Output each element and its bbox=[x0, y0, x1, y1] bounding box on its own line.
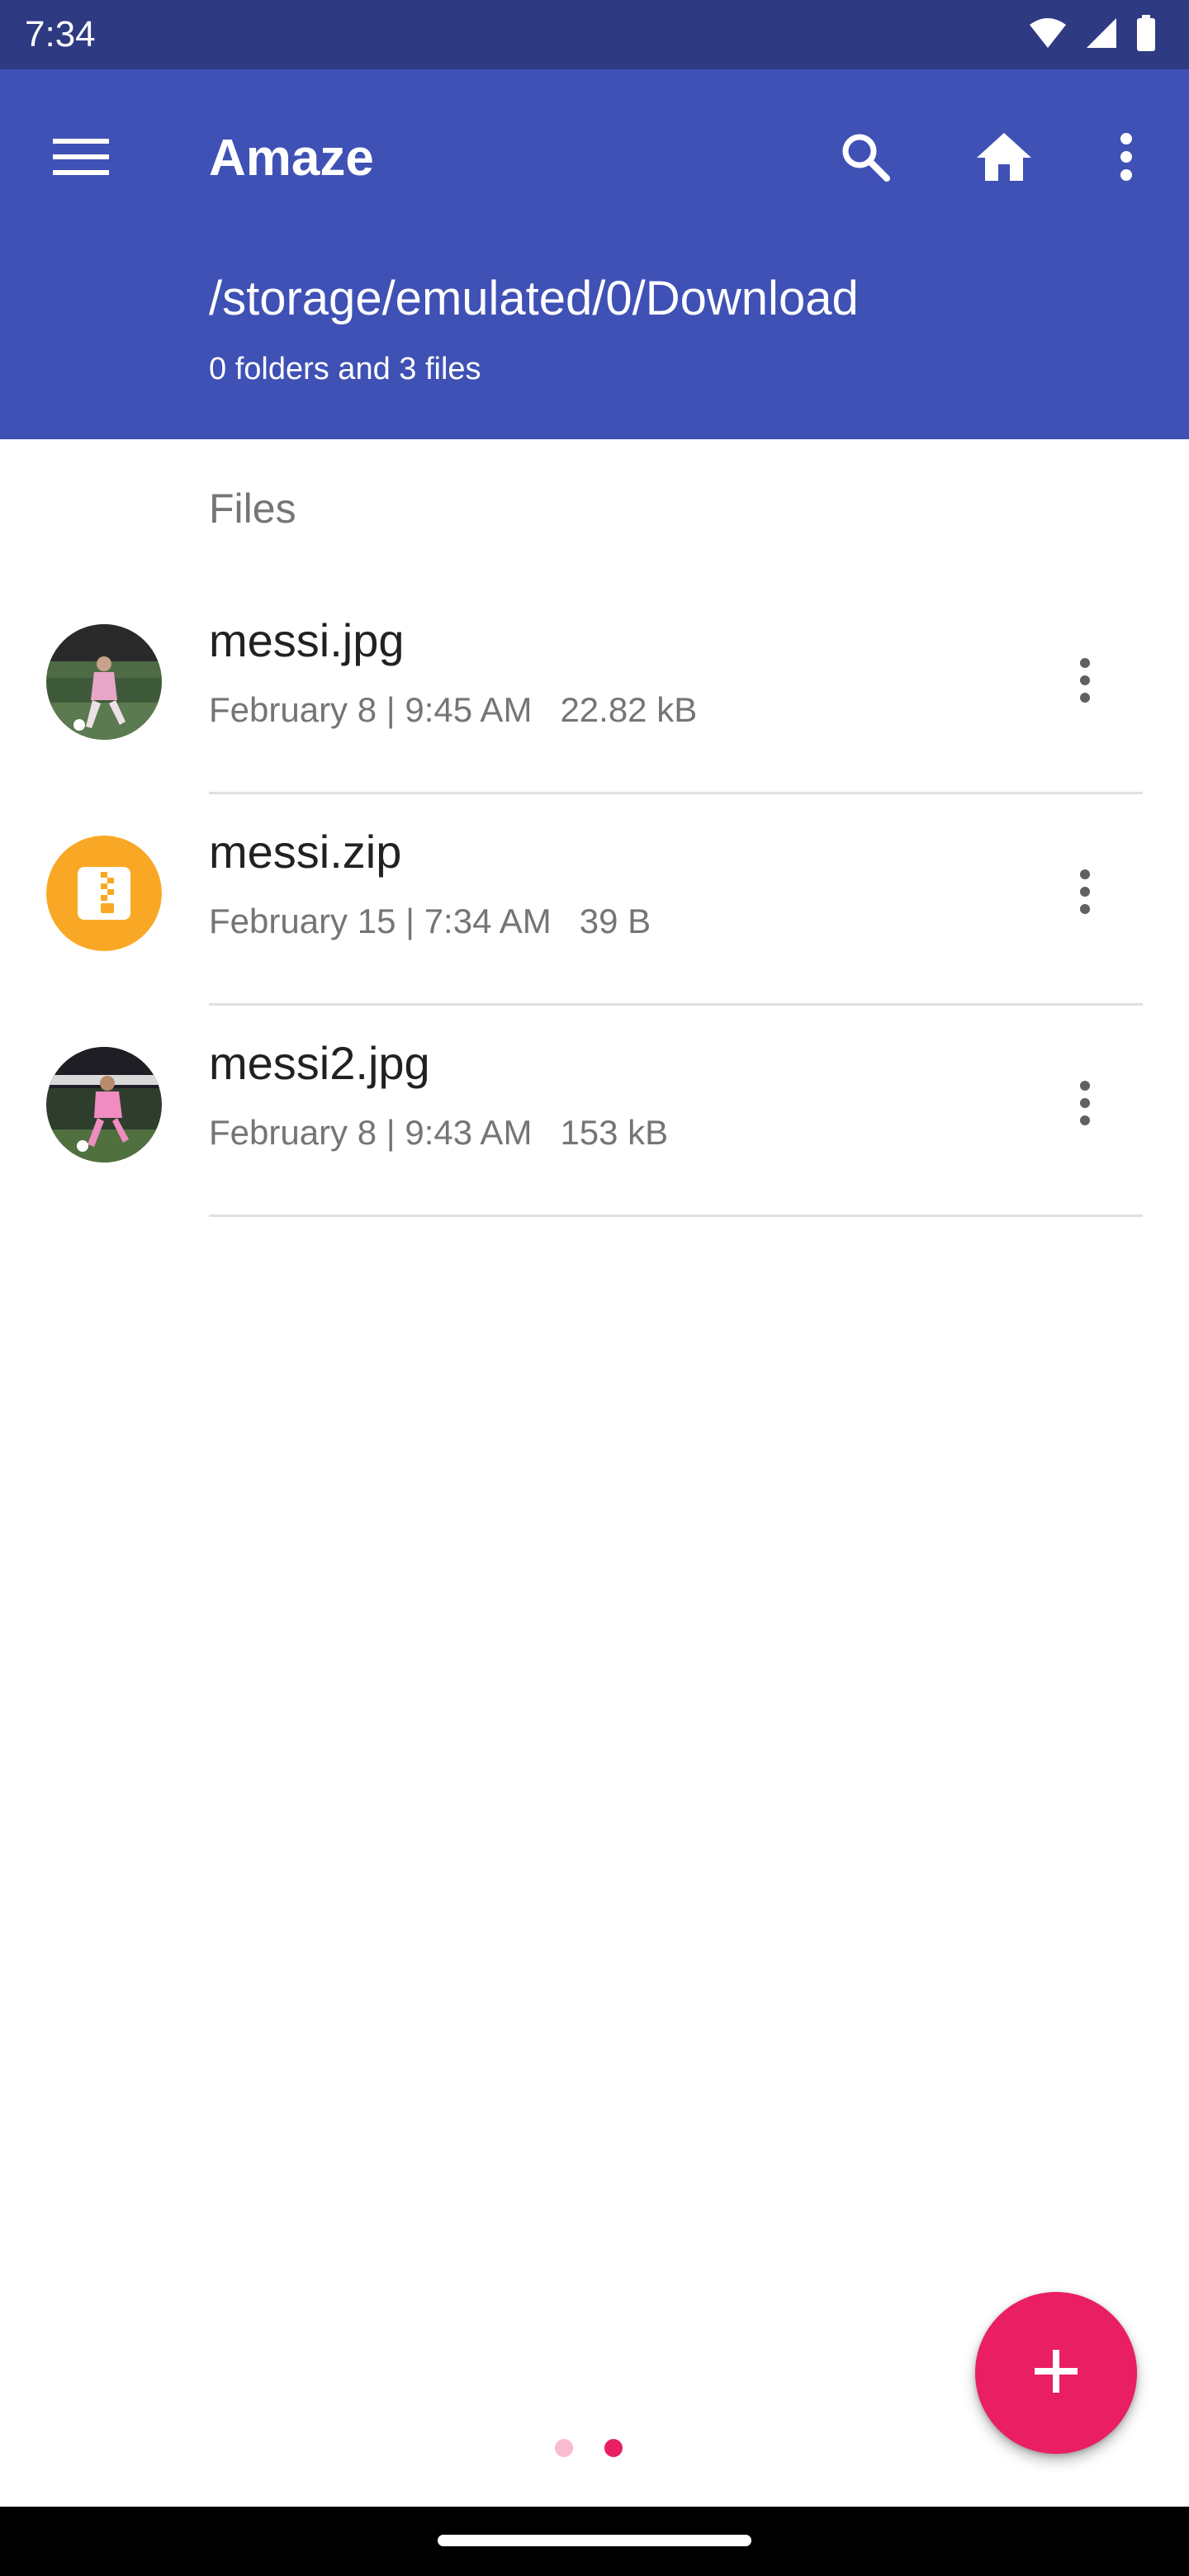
wifi-icon bbox=[1029, 17, 1067, 54]
status-bar: 7:34 bbox=[0, 0, 1189, 69]
plus-icon bbox=[1033, 2348, 1079, 2398]
file-name: messi2.jpg bbox=[209, 1037, 430, 1089]
file-meta: February 8 | 9:43 AM 153 kB bbox=[209, 1110, 668, 1156]
zip-icon bbox=[46, 836, 162, 951]
home-gesture-handle[interactable] bbox=[438, 2535, 751, 2546]
current-path[interactable]: /storage/emulated/0/Download bbox=[209, 268, 859, 330]
more-vert-icon bbox=[1118, 132, 1135, 186]
row-divider bbox=[209, 1215, 1143, 1217]
image-thumbnail bbox=[46, 624, 162, 740]
file-size: 39 B bbox=[579, 902, 651, 940]
app-bar: Amaze /storage/emulated/0/Download 0 fol… bbox=[0, 69, 1189, 439]
page-dot-2-active[interactable] bbox=[604, 2439, 623, 2457]
file-options-button[interactable] bbox=[1045, 1065, 1125, 1144]
status-time: 7:34 bbox=[25, 14, 96, 54]
folder-summary: 0 folders and 3 files bbox=[209, 352, 481, 386]
file-row-messi-zip[interactable]: messi.zip February 15 | 7:34 AM 39 B bbox=[0, 794, 1189, 1006]
page-dot-1[interactable] bbox=[555, 2439, 573, 2457]
overflow-menu-button[interactable] bbox=[1087, 119, 1166, 198]
system-nav-bar bbox=[0, 2507, 1189, 2576]
more-vert-icon bbox=[1078, 1080, 1092, 1130]
file-row-messi-jpg[interactable]: messi.jpg February 8 | 9:45 AM 22.82 kB bbox=[0, 583, 1189, 794]
file-meta: February 8 | 9:45 AM 22.82 kB bbox=[209, 687, 697, 733]
status-icons bbox=[1029, 14, 1156, 55]
more-vert-icon bbox=[1078, 869, 1092, 919]
file-size: 22.82 kB bbox=[560, 690, 698, 729]
app-title: Amaze bbox=[209, 130, 374, 187]
file-meta: February 15 | 7:34 AM 39 B bbox=[209, 898, 651, 945]
file-date: February 8 | 9:43 AM bbox=[209, 1113, 533, 1152]
file-size: 153 kB bbox=[560, 1113, 669, 1152]
page-indicator bbox=[555, 2439, 623, 2457]
home-icon bbox=[975, 131, 1033, 187]
section-header-files: Files bbox=[209, 485, 296, 532]
signal-icon bbox=[1085, 17, 1118, 54]
file-options-button[interactable] bbox=[1045, 642, 1125, 722]
home-button[interactable] bbox=[964, 119, 1044, 198]
search-icon bbox=[839, 130, 892, 187]
menu-icon bbox=[53, 137, 109, 181]
file-options-button[interactable] bbox=[1045, 854, 1125, 933]
more-vert-icon bbox=[1078, 657, 1092, 708]
file-date: February 15 | 7:34 AM bbox=[209, 902, 552, 940]
image-thumbnail bbox=[46, 1047, 162, 1163]
search-button[interactable] bbox=[826, 119, 905, 198]
file-name: messi.zip bbox=[209, 826, 402, 878]
file-name: messi.jpg bbox=[209, 614, 405, 666]
menu-button[interactable] bbox=[41, 119, 121, 198]
file-row-messi2-jpg[interactable]: messi2.jpg February 8 | 9:43 AM 153 kB bbox=[0, 1006, 1189, 1217]
add-fab-button[interactable] bbox=[975, 2292, 1137, 2454]
file-date: February 8 | 9:45 AM bbox=[209, 690, 533, 729]
battery-icon bbox=[1136, 14, 1156, 55]
